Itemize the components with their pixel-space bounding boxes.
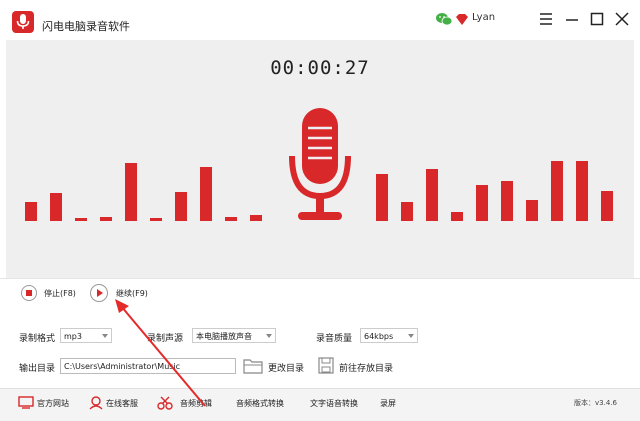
source-value: 本电脑播放声音 bbox=[196, 332, 252, 341]
menu-icon[interactable] bbox=[537, 10, 555, 28]
level-bar bbox=[100, 217, 112, 221]
level-bar bbox=[125, 163, 137, 221]
stop-label[interactable]: 停止(F8) bbox=[44, 288, 76, 299]
level-bar bbox=[576, 161, 588, 221]
level-bar bbox=[476, 185, 488, 221]
level-bar bbox=[501, 181, 513, 221]
level-bar bbox=[250, 215, 262, 221]
wechat-icon[interactable] bbox=[436, 12, 452, 26]
quality-select[interactable]: 64kbps bbox=[360, 328, 418, 343]
format-convert-link[interactable]: 音频格式转换 bbox=[236, 398, 284, 409]
level-bar bbox=[426, 169, 438, 221]
quality-label: 录音质量 bbox=[316, 334, 353, 344]
save-icon[interactable] bbox=[318, 357, 334, 374]
stop-button[interactable] bbox=[21, 285, 37, 301]
folder-icon[interactable] bbox=[243, 357, 263, 374]
title-bar: 闪电电脑录音软件 Lyan bbox=[0, 0, 640, 40]
format-label: 录制格式 bbox=[19, 334, 56, 344]
username[interactable]: Lyan bbox=[472, 12, 495, 23]
level-bar bbox=[225, 217, 237, 221]
chevron-down-icon bbox=[266, 334, 272, 338]
level-bar bbox=[150, 218, 162, 221]
vip-diamond-icon bbox=[456, 14, 468, 25]
output-label: 输出目录 bbox=[19, 364, 56, 374]
stop-icon bbox=[26, 290, 32, 296]
source-label: 录制声源 bbox=[147, 334, 184, 344]
official-website-link[interactable]: 官方网站 bbox=[37, 398, 69, 409]
chevron-down-icon bbox=[408, 334, 414, 338]
continue-label[interactable]: 继续(F9) bbox=[116, 288, 148, 299]
online-support-link[interactable]: 在线客服 bbox=[106, 398, 138, 409]
level-bar bbox=[175, 192, 187, 221]
recording-timer: 00:00:27 bbox=[270, 57, 370, 79]
quality-value: 64kbps bbox=[364, 332, 394, 341]
app-logo-icon bbox=[12, 11, 34, 33]
level-bar bbox=[601, 191, 613, 221]
level-bar bbox=[75, 218, 87, 221]
output-path-field[interactable]: C:\Users\Administrator\Music bbox=[60, 358, 236, 374]
source-select[interactable]: 本电脑播放声音 bbox=[192, 328, 276, 343]
recording-panel: 00:00:27 bbox=[6, 40, 634, 278]
level-bar bbox=[25, 202, 37, 221]
minimize-icon[interactable] bbox=[563, 10, 581, 28]
chevron-down-icon bbox=[102, 334, 108, 338]
maximize-icon[interactable] bbox=[588, 10, 606, 28]
level-bar bbox=[200, 167, 212, 221]
level-bar bbox=[551, 161, 563, 221]
play-icon bbox=[97, 289, 103, 297]
level-bar bbox=[376, 174, 388, 221]
screen-record-link[interactable]: 录屏 bbox=[380, 398, 396, 409]
change-dir-button[interactable]: 更改目录 bbox=[268, 361, 304, 374]
format-value: mp3 bbox=[64, 332, 82, 341]
level-bar bbox=[451, 212, 463, 221]
continue-button[interactable] bbox=[90, 284, 108, 302]
app-title: 闪电电脑录音软件 bbox=[42, 20, 130, 33]
close-icon[interactable] bbox=[613, 10, 631, 28]
audio-edit-link[interactable]: 音频剪辑 bbox=[180, 398, 212, 409]
support-icon bbox=[89, 396, 103, 410]
level-bar bbox=[401, 202, 413, 221]
open-dir-button[interactable]: 前往存放目录 bbox=[339, 361, 393, 374]
level-bar bbox=[526, 200, 538, 221]
text-to-speech-link[interactable]: 文字语音转换 bbox=[310, 398, 358, 409]
level-bar bbox=[50, 193, 62, 221]
microphone-icon bbox=[289, 108, 351, 220]
audio-edit-icon bbox=[157, 396, 173, 410]
monitor-icon bbox=[18, 396, 34, 409]
format-select[interactable]: mp3 bbox=[60, 328, 112, 343]
version-label: 版本：v3.4.6 bbox=[574, 399, 617, 407]
